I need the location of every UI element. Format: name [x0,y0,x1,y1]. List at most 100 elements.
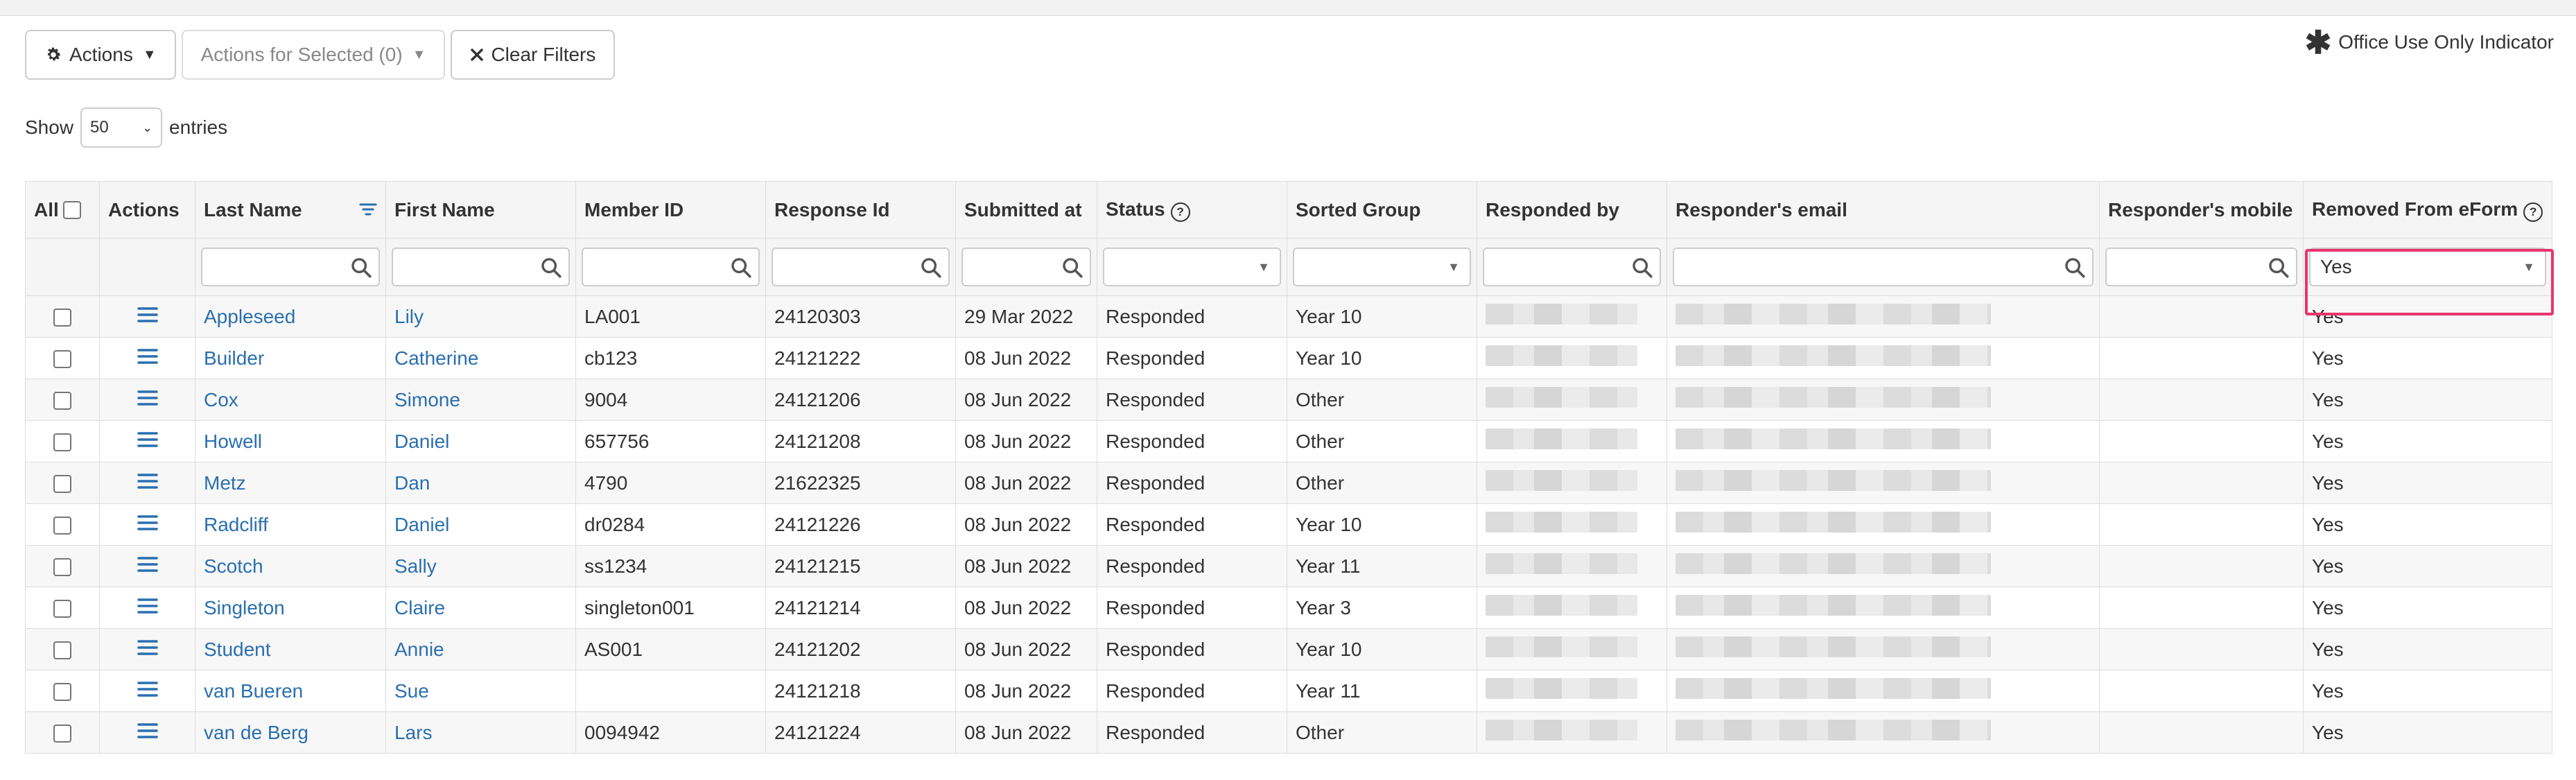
status-cell: Responded [1097,337,1287,379]
sorted-group-cell: Year 10 [1287,295,1477,338]
clear-filters-button[interactable]: Clear Filters [451,30,616,80]
row-checkbox[interactable] [53,392,71,410]
submitted-at-cell: 29 Mar 2022 [955,295,1097,338]
responder-mobile-cell [2099,545,2304,587]
row-checkbox[interactable] [53,558,71,577]
last-name-link[interactable]: van de Berg [195,711,386,754]
row-checkbox[interactable] [53,350,71,369]
last-name-link[interactable]: Radcliff [195,503,386,546]
last-name-link[interactable]: Howell [195,420,386,462]
table-row: Cox Simone 9004 24121206 08 Jun 2022 Responde… [25,379,2552,421]
row-checkbox[interactable] [53,600,71,618]
first-name-link[interactable]: Claire [385,587,576,629]
first-name-link[interactable]: Catherine [385,337,576,379]
header-all[interactable]: All [25,181,100,239]
last-name-link[interactable]: Student [195,628,386,670]
hamburger-menu-icon[interactable] [137,597,158,618]
member-id-cell: cb123 [575,337,766,379]
header-submitted-at[interactable]: Submitted at [955,181,1097,239]
last-name-link[interactable]: van Bueren [195,670,386,712]
responder-email-cell-redacted [1666,670,2100,712]
header-member-id[interactable]: Member ID [575,181,766,239]
sort-icon[interactable] [359,199,377,221]
first-name-link[interactable]: Lars [385,711,576,754]
entries-label: entries [169,116,228,138]
row-checkbox[interactable] [53,517,71,535]
help-icon[interactable]: ? [2523,202,2543,222]
first-name-link[interactable]: Sue [385,670,576,712]
response-id-cell: 24121214 [765,587,956,629]
header-responder-email[interactable]: Responder's email [1666,181,2100,239]
removed-from-eform-filter-select[interactable]: Yes ▼ [2309,248,2546,286]
actions-button[interactable]: Actions ▼ [25,30,176,80]
hamburger-menu-icon[interactable] [137,555,158,577]
help-icon[interactable]: ? [1170,202,1190,222]
removed-from-eform-cell: Yes [2303,337,2552,379]
row-checkbox[interactable] [53,433,71,452]
row-checkbox[interactable] [53,475,71,494]
header-status[interactable]: Status? [1097,181,1287,239]
header-responder-mobile[interactable]: Responder's mobile [2099,181,2304,239]
first-name-link[interactable]: Daniel [385,503,576,546]
row-checkbox[interactable] [53,641,71,660]
hamburger-menu-icon[interactable] [137,472,158,494]
entries-select[interactable]: 50 ⌄ [80,107,163,148]
responder-email-filter-input[interactable] [1673,248,2094,286]
status-filter-select[interactable]: ▼ [1103,248,1281,286]
header-removed-from-eform[interactable]: Removed From eForm? [2303,181,2552,239]
first-name-link[interactable]: Dan [385,462,576,504]
search-icon [539,256,563,284]
first-name-link[interactable]: Lily [385,295,576,338]
submitted-at-filter-input[interactable] [961,248,1091,286]
header-last-name[interactable]: Last Name [195,181,386,239]
response-id-filter-input[interactable] [772,248,950,286]
responder-email-cell-redacted [1666,337,2100,379]
member-id-filter-input[interactable] [582,248,760,286]
first-name-filter-input[interactable] [392,248,570,286]
header-sorted-group[interactable]: Sorted Group [1287,181,1477,239]
first-name-link[interactable]: Sally [385,545,576,587]
select-all-checkbox[interactable] [62,200,81,219]
actions-for-selected-button[interactable]: Actions for Selected (0) ▼ [181,30,446,80]
response-id-cell: 24121215 [765,545,956,587]
member-id-cell: ss1234 [575,545,766,587]
hamburger-menu-icon[interactable] [137,389,158,410]
first-name-link[interactable]: Annie [385,628,576,670]
row-select-cell [25,379,100,421]
last-name-link[interactable]: Appleseed [195,295,386,338]
hamburger-menu-icon[interactable] [137,680,158,702]
row-checkbox[interactable] [53,309,71,327]
last-name-filter-input[interactable] [201,248,380,286]
sorted-group-cell: Other [1287,379,1477,421]
hamburger-menu-icon[interactable] [137,514,158,535]
submitted-at-cell: 08 Jun 2022 [955,420,1097,462]
last-name-link[interactable]: Scotch [195,545,386,587]
sorted-group-filter-select[interactable]: ▼ [1293,248,1471,286]
hamburger-menu-icon[interactable] [137,722,158,743]
row-select-cell [25,503,100,546]
hamburger-menu-icon[interactable] [137,306,158,327]
first-name-link[interactable]: Simone [385,379,576,421]
status-cell: Responded [1097,295,1287,338]
row-checkbox[interactable] [53,725,71,743]
row-actions-cell [99,628,195,670]
responded-by-filter-input[interactable] [1483,248,1661,286]
last-name-link[interactable]: Builder [195,337,386,379]
first-name-link[interactable]: Daniel [385,420,576,462]
hamburger-menu-icon[interactable] [137,639,158,660]
header-last-name-label: Last Name [204,198,302,220]
last-name-link[interactable]: Singleton [195,587,386,629]
table-row: van de Berg Lars 0094942 24121224 08 Jun 202… [25,711,2552,754]
header-first-name[interactable]: First Name [385,181,576,239]
last-name-link[interactable]: Cox [195,379,386,421]
last-name-link[interactable]: Metz [195,462,386,504]
header-responded-by[interactable]: Responded by [1477,181,1667,239]
hamburger-menu-icon[interactable] [137,431,158,452]
removed-from-eform-cell: Yes [2303,420,2552,462]
responder-mobile-filter-input[interactable] [2105,248,2297,286]
removed-from-eform-cell: Yes [2303,545,2552,587]
responder-email-cell-redacted [1666,379,2100,421]
hamburger-menu-icon[interactable] [137,347,158,369]
header-response-id[interactable]: Response Id [765,181,956,239]
row-checkbox[interactable] [53,683,71,702]
